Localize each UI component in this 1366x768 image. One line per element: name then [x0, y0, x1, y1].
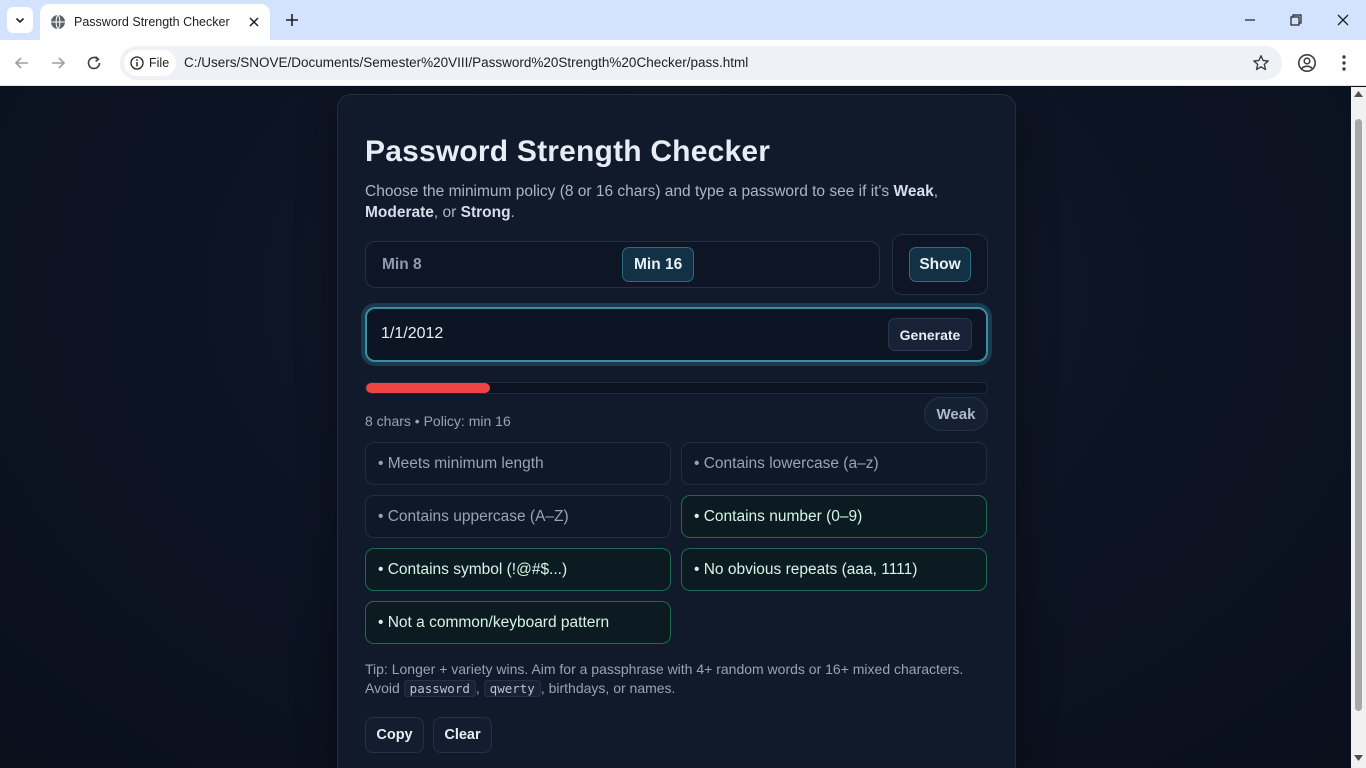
close-icon [1337, 14, 1349, 26]
address-bar[interactable]: File C:/Users/SNOVE/Documents/Semester%2… [120, 46, 1282, 80]
criterion-no-repeats: • No obvious repeats (aaa, 1111) [681, 548, 987, 591]
bookmark-star-icon[interactable] [1252, 54, 1270, 72]
minimize-button[interactable] [1227, 0, 1273, 40]
profile-icon[interactable] [1296, 52, 1318, 74]
password-value[interactable]: 1/1/2012 [381, 325, 443, 343]
tab-search-button[interactable] [7, 7, 33, 33]
subtitle-sep-1: , [933, 183, 939, 200]
password-meta: 8 chars • Policy: min 16 [365, 413, 511, 429]
back-button[interactable] [8, 49, 36, 77]
subtitle-end: . [510, 204, 515, 221]
arrow-left-icon [14, 57, 28, 69]
criterion-symbol: • Contains symbol (!@#$...) [365, 548, 671, 591]
scroll-up-icon[interactable] [1354, 91, 1363, 97]
strength-meter [365, 382, 988, 394]
subtitle-weak: Weak [893, 183, 934, 200]
browser-tab-strip: Password Strength Checker [0, 0, 1366, 40]
page-viewport: Password Strength Checker Choose the min… [0, 87, 1351, 768]
show-toggle-wrapper: Show [892, 234, 988, 295]
reload-button[interactable] [80, 49, 108, 77]
site-info-chip[interactable]: File [124, 50, 176, 76]
site-chip-label: File [149, 56, 170, 70]
close-tab-icon[interactable] [244, 12, 264, 32]
tip-comma: , [475, 680, 480, 696]
generate-button[interactable]: Generate [888, 318, 972, 351]
page-title: Password Strength Checker [365, 135, 771, 168]
show-password-button[interactable]: Show [909, 247, 971, 282]
copy-button[interactable]: Copy [365, 717, 424, 753]
password-input[interactable]: 1/1/2012 Generate [365, 307, 988, 362]
globe-icon [50, 14, 66, 30]
criterion-no-pattern: • Not a common/keyboard pattern [365, 601, 671, 644]
reload-icon [87, 56, 101, 70]
criterion-uppercase: • Contains uppercase (A–Z) [365, 495, 671, 538]
restore-icon [1290, 14, 1302, 26]
subtitle-sep-2: , or [433, 204, 461, 221]
scroll-down-icon[interactable] [1354, 755, 1363, 761]
info-icon [130, 56, 144, 70]
tip-line-1: Tip: Longer + variety wins. Aim for a pa… [365, 661, 964, 677]
close-window-button[interactable] [1320, 0, 1366, 40]
arrow-right-icon [52, 57, 66, 69]
tip-avoid: Avoid [365, 680, 400, 696]
subtitle-text: Choose the minimum policy (8 or 16 chars… [365, 183, 894, 200]
strength-meter-fill [366, 383, 491, 393]
tip-code-password: password [403, 680, 476, 697]
browser-toolbar: File C:/Users/SNOVE/Documents/Semester%2… [0, 40, 1366, 86]
subtitle: Choose the minimum policy (8 or 16 chars… [365, 181, 985, 223]
policy-toggle: Min 8 Min 16 [365, 241, 880, 288]
criterion-min-length: • Meets minimum length [365, 442, 671, 485]
tip-end: , birthdays, or names. [540, 680, 676, 696]
strength-badge: Weak [924, 397, 988, 431]
new-tab-button[interactable] [280, 8, 304, 32]
policy-min-8-button[interactable]: Min 8 [371, 247, 433, 282]
forward-button[interactable] [44, 49, 72, 77]
criterion-number: • Contains number (0–9) [681, 495, 987, 538]
subtitle-moderate: Moderate [365, 204, 434, 221]
scrollbar-thumb[interactable] [1355, 119, 1362, 711]
kebab-menu-icon[interactable] [1333, 52, 1355, 74]
criterion-lowercase: • Contains lowercase (a–z) [681, 442, 987, 485]
tab-title: Password Strength Checker [74, 15, 230, 29]
restore-button[interactable] [1273, 0, 1319, 40]
tip-text: Tip: Longer + variety wins. Aim for a pa… [365, 660, 985, 698]
policy-min-16-button[interactable]: Min 16 [622, 247, 695, 282]
url-text[interactable]: C:/Users/SNOVE/Documents/Semester%20VIII… [184, 55, 748, 70]
minimize-icon [1245, 19, 1255, 21]
plus-icon [286, 14, 298, 26]
tip-code-qwerty: qwerty [483, 680, 541, 697]
page-scrollbar[interactable] [1351, 87, 1366, 768]
subtitle-strong: Strong [460, 204, 511, 221]
browser-tab[interactable]: Password Strength Checker [40, 4, 270, 40]
chevron-down-icon [15, 17, 25, 24]
checker-card: Password Strength Checker Choose the min… [337, 94, 1016, 768]
clear-button[interactable]: Clear [433, 717, 492, 753]
